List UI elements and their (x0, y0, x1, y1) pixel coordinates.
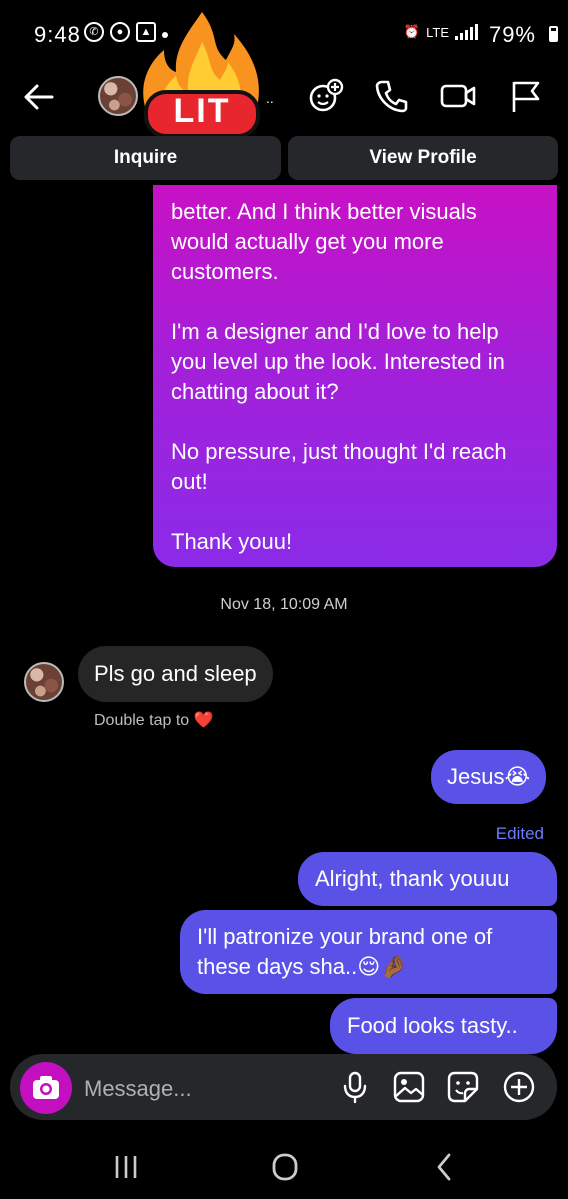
inquire-button[interactable]: Inquire (10, 136, 281, 180)
status-bar: 9:48 ✆ ● ▲ ⏰ LTE 79% (0, 0, 568, 66)
network-status: ⏰ LTE (404, 24, 478, 40)
sticker-icon[interactable] (446, 1070, 480, 1104)
outgoing-message[interactable]: Alright, thank youuu (298, 852, 557, 906)
recent-apps-icon[interactable] (106, 1150, 146, 1184)
message-paragraph: I'm a designer and I'd love to help you … (171, 319, 505, 404)
heart-icon: ❤️ (193, 712, 214, 729)
add-effects-icon[interactable] (308, 78, 344, 114)
double-tap-label: Double tap to (94, 712, 190, 729)
signal-icon (455, 24, 478, 40)
outgoing-message-text: Food looks tasty.. (347, 1013, 518, 1038)
message-timestamp: Nov 18, 10:09 AM (220, 596, 348, 613)
message-paragraph: No pressure, just thought I'd reach out! (171, 439, 507, 494)
username-truncated: .. (266, 90, 274, 106)
microphone-icon[interactable] (338, 1070, 372, 1104)
avatar[interactable] (98, 76, 138, 116)
status-time: 9:48 (34, 22, 81, 47)
outgoing-message-text: I'll patronize your brand one of these d… (197, 924, 493, 979)
outgoing-message[interactable]: I'll patronize your brand one of these d… (180, 910, 557, 994)
camera-icon (33, 1076, 59, 1099)
sticker-label: LIT (173, 92, 231, 130)
outgoing-message-long[interactable]: better. And I think better visuals would… (153, 185, 557, 567)
message-paragraph: better. And I think better visuals would… (171, 199, 477, 284)
message-paragraph: Thank youu! (171, 529, 293, 554)
outgoing-message[interactable]: Jesus😭 (431, 750, 547, 804)
outgoing-message-text: Alright, thank youuu (315, 866, 510, 891)
incoming-message-text: Pls go and sleep (94, 661, 257, 686)
video-call-icon[interactable] (440, 78, 476, 114)
flag-report-icon[interactable] (508, 78, 544, 114)
lte-label: LTE (426, 24, 449, 40)
sender-avatar[interactable] (24, 662, 64, 702)
phone-call-icon[interactable] (374, 78, 410, 114)
camera-button[interactable] (20, 1062, 72, 1114)
edited-label: Edited (495, 824, 544, 843)
view-profile-button[interactable]: View Profile (288, 136, 558, 180)
back-arrow-icon[interactable] (22, 80, 56, 114)
double-tap-hint: Double tap to ❤️ (94, 710, 214, 730)
football-icon: ● (110, 22, 130, 42)
home-icon[interactable] (265, 1150, 305, 1184)
whatsapp-icon: ✆ (84, 22, 104, 42)
add-more-icon[interactable] (502, 1070, 536, 1104)
incoming-message[interactable]: Pls go and sleep (78, 646, 273, 702)
gallery-icon[interactable] (392, 1070, 426, 1104)
outgoing-message-text: Jesus😭 (447, 764, 531, 789)
back-nav-icon[interactable] (425, 1150, 465, 1184)
alarm-icon: ⏰ (403, 24, 421, 39)
message-input[interactable]: Message... (84, 1076, 192, 1102)
battery-percent: 79% (488, 22, 536, 47)
outgoing-message[interactable]: Food looks tasty.. (330, 998, 557, 1054)
battery-icon (549, 26, 558, 42)
